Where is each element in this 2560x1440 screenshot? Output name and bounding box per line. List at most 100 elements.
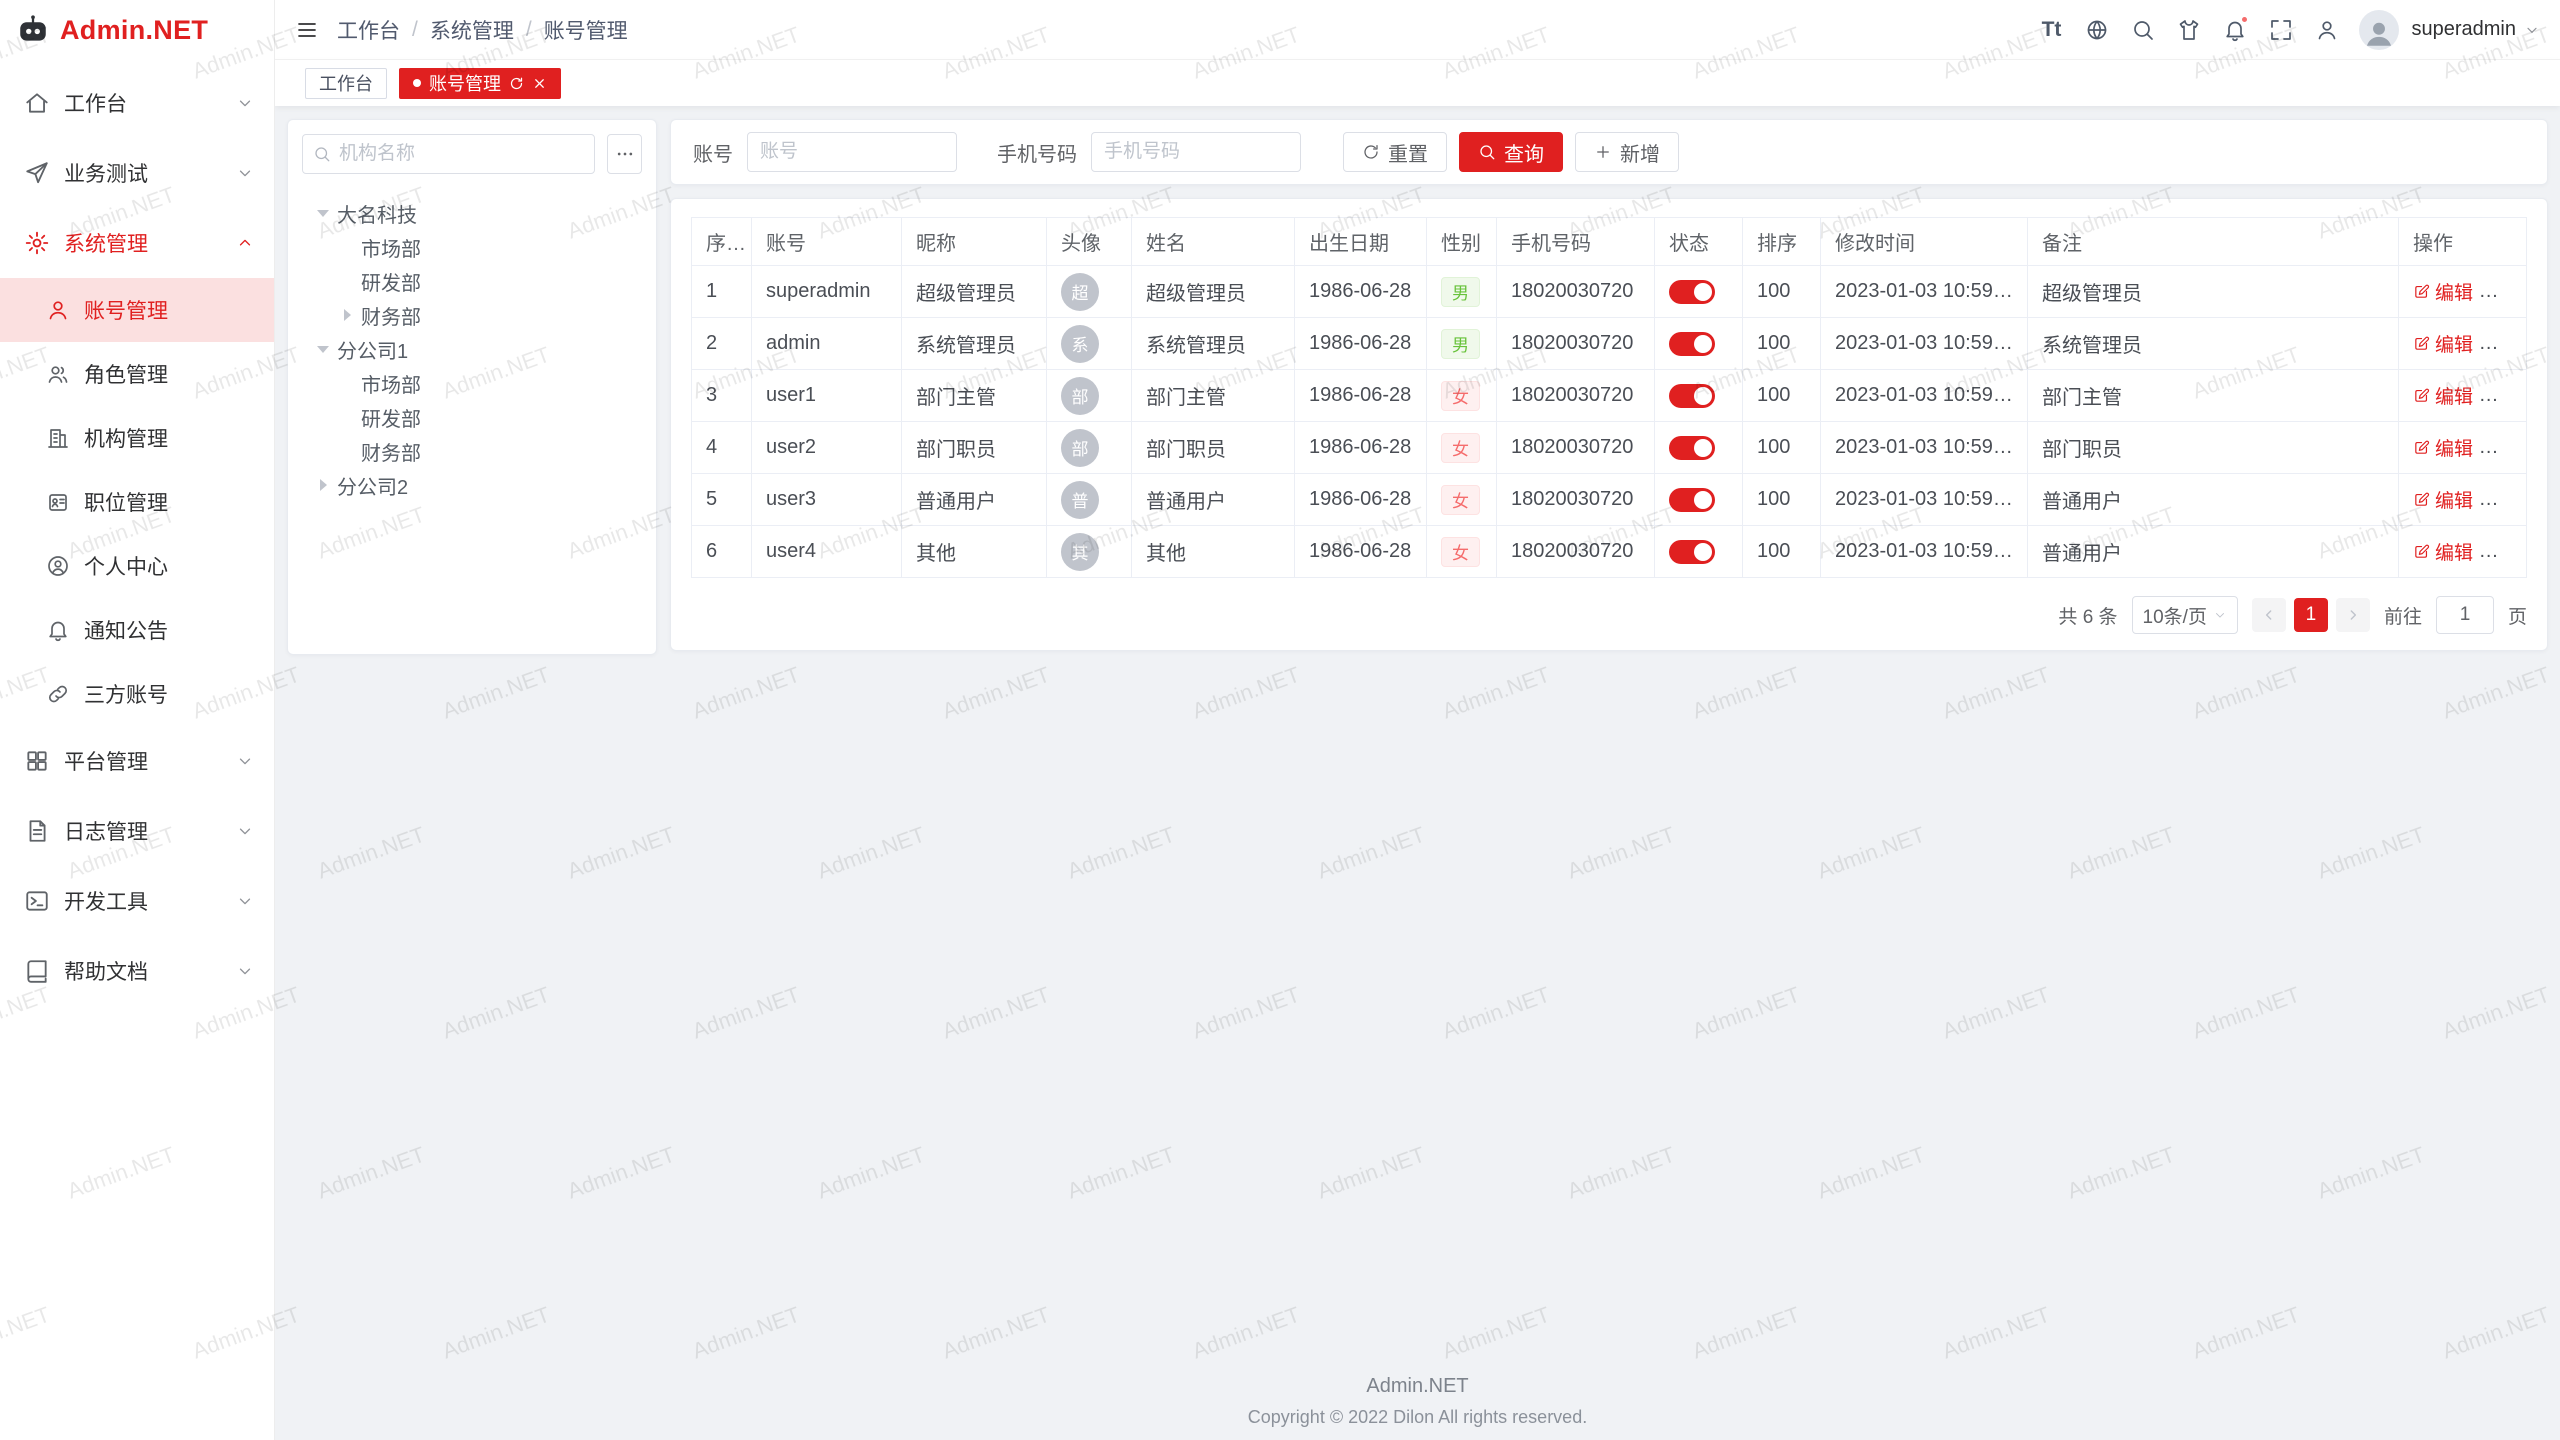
goto-page-input[interactable] [2436, 596, 2494, 634]
profile-icon[interactable] [2305, 8, 2349, 52]
refresh-icon[interactable] [509, 76, 524, 91]
more-actions-button[interactable] [2493, 282, 2513, 302]
caret-down-icon[interactable] [312, 202, 334, 224]
hamburger-menu-icon[interactable] [283, 0, 331, 60]
page-size-select[interactable]: 10条/页 [2132, 596, 2238, 634]
tree-node[interactable]: 财务部 [302, 298, 642, 332]
table-row[interactable]: 3 user1 部门主管 部 部门主管 1986-06-28 女 1802003… [692, 370, 2527, 422]
ellipsis-icon [2493, 334, 2513, 354]
notification-bell-icon[interactable] [2213, 8, 2257, 52]
page-number-button[interactable]: 1 [2294, 598, 2328, 632]
add-button[interactable]: 新增 [1575, 132, 1679, 172]
chevron-down-icon[interactable] [2524, 22, 2540, 38]
query-form: 账号 手机号码 重置 查询 [670, 119, 2548, 185]
edit-button[interactable]: 编辑 [2413, 330, 2473, 357]
breadcrumb-item[interactable]: 系统管理 [430, 15, 514, 45]
avatar[interactable] [2359, 10, 2399, 50]
tab-account-management[interactable]: 账号管理 [399, 68, 561, 99]
org-more-button[interactable] [607, 134, 642, 174]
caret-down-icon[interactable] [312, 338, 334, 360]
table-row[interactable]: 4 user2 部门职员 部 部门职员 1986-06-28 女 1802003… [692, 422, 2527, 474]
sidebar-item-role-management[interactable]: 角色管理 [0, 342, 274, 406]
tree-node[interactable]: 研发部 [302, 400, 642, 434]
status-toggle[interactable] [1669, 540, 1715, 564]
cell-phone: 18020030720 [1497, 370, 1655, 422]
cell-operations: 编辑 [2399, 474, 2527, 526]
username[interactable]: superadmin [2411, 18, 2516, 41]
sidebar-item-notice-announcement[interactable]: 通知公告 [0, 598, 274, 662]
sidebar-item-help-docs[interactable]: 帮助文档 [0, 936, 274, 1006]
tree-node[interactable]: 市场部 [302, 366, 642, 400]
table-row[interactable]: 1 superadmin 超级管理员 超 超级管理员 1986-06-28 男 … [692, 266, 2527, 318]
theme-icon[interactable] [2167, 8, 2211, 52]
sidebar-item-account-management[interactable]: 账号管理 [0, 278, 274, 342]
edit-button[interactable]: 编辑 [2413, 434, 2473, 461]
search-button[interactable]: 查询 [1459, 132, 1563, 172]
tree-node-label: 分公司2 [337, 471, 408, 500]
reset-button[interactable]: 重置 [1343, 132, 1447, 172]
status-toggle[interactable] [1669, 436, 1715, 460]
tree-node[interactable]: 研发部 [302, 264, 642, 298]
table-row[interactable]: 2 admin 系统管理员 系 系统管理员 1986-06-28 男 18020… [692, 318, 2527, 370]
sidebar-item-business-test[interactable]: 业务测试 [0, 138, 274, 208]
search-icon[interactable] [2121, 8, 2165, 52]
system-submenu: 账号管理 角色管理 机构管理 职位管理 个人中心 [0, 278, 274, 726]
breadcrumb-item[interactable]: 工作台 [337, 15, 400, 45]
caret-right-icon[interactable] [336, 304, 358, 326]
cell-account: superadmin [752, 266, 902, 318]
tree-node[interactable]: 大名科技 [302, 196, 642, 230]
more-actions-button[interactable] [2493, 438, 2513, 458]
status-toggle[interactable] [1669, 488, 1715, 512]
cell-operations: 编辑 [2399, 526, 2527, 578]
more-actions-button[interactable] [2493, 334, 2513, 354]
tree-node[interactable]: 财务部 [302, 434, 642, 468]
sidebar-item-system-management[interactable]: 系统管理 [0, 208, 274, 278]
more-actions-button[interactable] [2493, 542, 2513, 562]
more-actions-button[interactable] [2493, 490, 2513, 510]
sidebar-item-third-party-account[interactable]: 三方账号 [0, 662, 274, 726]
tree-node[interactable]: 市场部 [302, 230, 642, 264]
tree-node[interactable]: 分公司2 [302, 468, 642, 502]
phone-input[interactable] [1091, 132, 1301, 172]
status-toggle[interactable] [1669, 332, 1715, 356]
breadcrumb-item-current: 账号管理 [544, 15, 628, 45]
caret-right-icon[interactable] [312, 474, 334, 496]
sidebar-item-workbench[interactable]: 工作台 [0, 68, 274, 138]
next-page-button[interactable] [2336, 598, 2370, 632]
role-icon [46, 362, 70, 386]
tab-label: 账号管理 [429, 70, 501, 96]
table-row[interactable]: 5 user3 普通用户 普 普通用户 1986-06-28 女 1802003… [692, 474, 2527, 526]
account-input[interactable] [747, 132, 957, 172]
user-avatar: 部 [1061, 429, 1099, 467]
sidebar-item-organization-management[interactable]: 机构管理 [0, 406, 274, 470]
sidebar-item-platform-management[interactable]: 平台管理 [0, 726, 274, 796]
sidebar-item-log-management[interactable]: 日志管理 [0, 796, 274, 866]
prev-page-button[interactable] [2252, 598, 2286, 632]
close-icon[interactable] [532, 76, 547, 91]
sidebar-item-label: 系统管理 [64, 228, 148, 258]
org-search-input[interactable] [339, 143, 584, 165]
language-icon[interactable] [2075, 8, 2119, 52]
status-toggle[interactable] [1669, 384, 1715, 408]
chevron-down-icon [236, 752, 254, 770]
edit-button[interactable]: 编辑 [2413, 538, 2473, 565]
tree-node[interactable]: 分公司1 [302, 332, 642, 366]
caret-spacer [336, 372, 358, 394]
sidebar-item-position-management[interactable]: 职位管理 [0, 470, 274, 534]
sidebar-item-personal-center[interactable]: 个人中心 [0, 534, 274, 598]
edit-button[interactable]: 编辑 [2413, 486, 2473, 513]
table-row[interactable]: 6 user4 其他 其 其他 1986-06-28 女 18020030720… [692, 526, 2527, 578]
tab-workbench[interactable]: 工作台 [305, 68, 387, 99]
cell-name: 部门主管 [1132, 370, 1295, 422]
active-tab-dot [413, 79, 421, 87]
sidebar-item-dev-tools[interactable]: 开发工具 [0, 866, 274, 936]
edit-button[interactable]: 编辑 [2413, 382, 2473, 409]
status-toggle[interactable] [1669, 280, 1715, 304]
edit-icon [2413, 335, 2430, 352]
font-size-icon[interactable]: Tt [2029, 8, 2073, 52]
edit-button[interactable]: 编辑 [2413, 278, 2473, 305]
phone-label: 手机号码 [997, 138, 1077, 167]
cell-birthdate: 1986-06-28 [1295, 474, 1427, 526]
more-actions-button[interactable] [2493, 386, 2513, 406]
fullscreen-icon[interactable] [2259, 8, 2303, 52]
